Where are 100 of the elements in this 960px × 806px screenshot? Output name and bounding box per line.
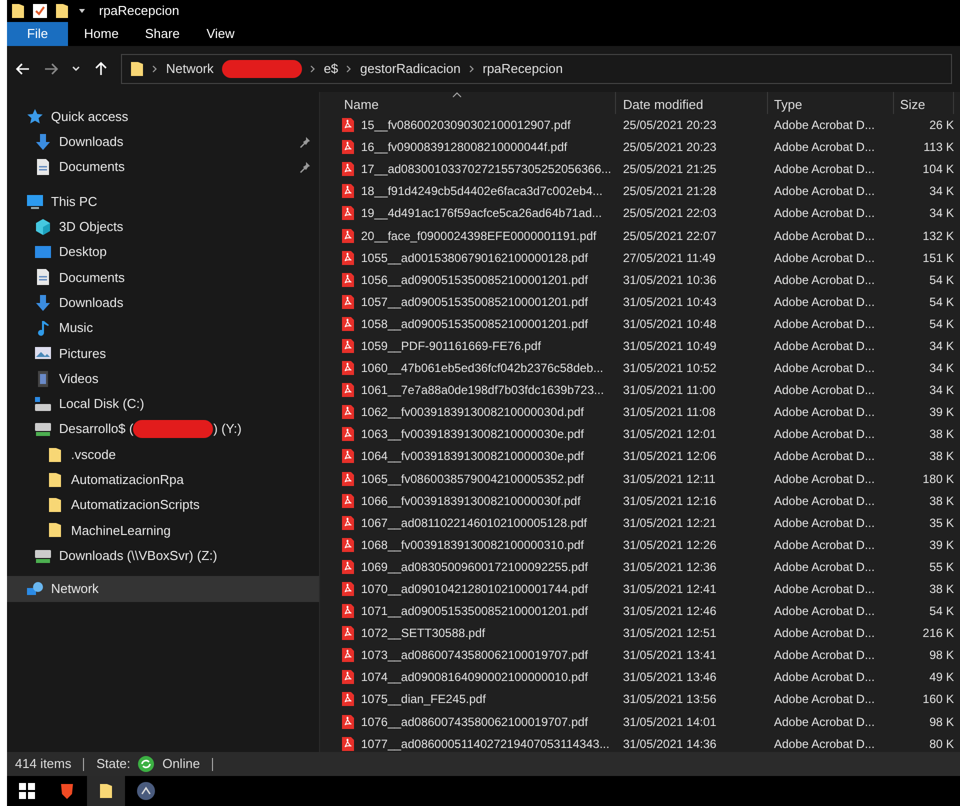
- file-name[interactable]: 1073__ad08600743580062100019707.pdf: [361, 646, 588, 664]
- file-name[interactable]: 1071__ad09005153500852100001201.pdf: [361, 602, 588, 620]
- file-name[interactable]: 1063__fv0039183913008210000030e.pdf: [361, 425, 584, 444]
- sidebar-item[interactable]: .vscode: [7, 442, 319, 468]
- ribbon-tab[interactable]: Share: [129, 22, 190, 46]
- type-cell-text: Adobe Acrobat D...: [773, 338, 876, 355]
- back-icon[interactable]: [15, 61, 31, 77]
- ribbon-tab[interactable]: File: [7, 22, 68, 46]
- size-cell-text: 54 K: [928, 294, 954, 311]
- sidebar-item[interactable]: Videos: [7, 366, 319, 392]
- file-name[interactable]: 19__4d491ac176f59acfce5ca26ad64b71ad...: [361, 204, 602, 222]
- file-name[interactable]: 18__f91d4249cb5d4402e6faca3d7c002eb4...: [361, 182, 603, 200]
- sidebar-item[interactable]: Documents: [7, 264, 319, 290]
- size-cell-text: 180 K: [922, 470, 954, 488]
- column-header[interactable]: Date modified: [616, 92, 768, 114]
- file-name[interactable]: 1070__ad09010421280102100001744.pdf: [361, 580, 588, 598]
- sidebar-item[interactable]: AutomatizacionScripts: [7, 492, 319, 518]
- type-cell-text: Adobe Acrobat D...: [773, 470, 876, 488]
- type-cell-text: Adobe Acrobat D...: [773, 736, 876, 752]
- file-name[interactable]: 1064__fv0039183913008210000030e.pdf: [361, 447, 584, 466]
- caret-icon[interactable]: [71, 64, 81, 74]
- file-name[interactable]: 1074__ad09008164090002100000010.pdf: [361, 668, 588, 686]
- file-name[interactable]: 16__fv0900839128008210000044f.pdf: [361, 138, 568, 156]
- breadcrumb[interactable]: gestorRadicacion: [360, 59, 461, 79]
- shield-icon[interactable]: [59, 782, 75, 800]
- type-cell-text: Adobe Acrobat D...: [773, 625, 876, 642]
- file-name[interactable]: 1056__ad09005153500852100001201.pdf: [361, 270, 588, 289]
- file-name[interactable]: 1075__dian_FE245.pdf: [361, 690, 486, 708]
- sidebar-item[interactable]: Downloads: [7, 129, 319, 155]
- ribbon-tab[interactable]: Home: [68, 22, 129, 46]
- windows-start-icon[interactable]: [19, 783, 35, 799]
- file-name[interactable]: 1066__fv0039183913008210000030f.pdf: [361, 492, 581, 510]
- file-name[interactable]: 1069__ad08305009600172100092255.pdf: [361, 558, 588, 576]
- sidebar-item[interactable]: Music: [7, 315, 319, 341]
- forward-icon[interactable]: [43, 61, 59, 77]
- column-header[interactable]: Type: [768, 92, 894, 114]
- folder-icon: [99, 783, 113, 799]
- file-name[interactable]: 1058__ad09005153500852100001201.pdf: [361, 314, 588, 333]
- file-name[interactable]: 1068__fv00391839130082100000310.pdf: [361, 536, 584, 554]
- sidebar-item[interactable]: Downloads: [7, 290, 319, 316]
- sidebar-item[interactable]: Desktop: [7, 239, 319, 265]
- type-cell-text: Adobe Acrobat D...: [773, 558, 876, 576]
- sidebar-item[interactable]: AutomatizacionRpa: [7, 467, 319, 492]
- file-name[interactable]: 1062__fv0039183913008210000030d.pdf: [361, 403, 584, 422]
- file-name[interactable]: 1059__PDF-901161669-FE76.pdf: [361, 336, 541, 355]
- file-name[interactable]: 1067__ad08110221460102100005128.pdf: [361, 514, 588, 532]
- file-name[interactable]: 17__ad083001033702721557305252056366...: [361, 160, 612, 178]
- sync-icon: [138, 756, 154, 772]
- sidebar-item[interactable]: Quick access: [7, 104, 319, 130]
- size-cell-text: 49 K: [928, 669, 954, 686]
- date-cell-text: 25/05/2021 22:07: [622, 228, 718, 245]
- ribbon-tab[interactable]: View: [190, 22, 251, 46]
- size-cell-text: 216 K: [922, 625, 954, 642]
- folder-icon: [48, 522, 62, 538]
- breadcrumb[interactable]: rpaRecepcion: [482, 59, 563, 79]
- file-name[interactable]: 15__fv08600203090302100012907.pdf: [361, 116, 571, 134]
- pdf-file-icon: [342, 538, 354, 552]
- column-header[interactable]: Size: [894, 92, 954, 114]
- circle-app-icon[interactable]: [137, 782, 155, 800]
- sidebar-item[interactable]: Pictures: [7, 340, 319, 366]
- date-cell-text: 31/05/2021 11:08: [622, 404, 717, 422]
- folder-icon: [55, 3, 69, 19]
- file-name[interactable]: 1060__47b061eb5ed36fcf042b2376c58deb...: [361, 359, 604, 378]
- size-cell-text: 35 K: [928, 514, 954, 532]
- sidebar-item[interactable]: Local Disk (C:): [7, 391, 319, 417]
- date-cell-text: 31/05/2021 12:36: [622, 558, 718, 576]
- sidebar-item[interactable]: This PC: [7, 188, 319, 214]
- file-name[interactable]: 1077__ad0860005114027219407053114343...: [361, 734, 610, 752]
- folder-icon: [130, 61, 144, 77]
- pdf-file-icon: [342, 118, 354, 132]
- column-header[interactable]: Name: [342, 92, 616, 114]
- sidebar-item[interactable]: Desarrollo$ ( ) (Y:): [7, 416, 319, 442]
- file-name[interactable]: 1057__ad09005153500852100001201.pdf: [361, 292, 588, 311]
- file-name[interactable]: 1061__7e7a88a0de198df7b03fdc1639b723...: [361, 381, 604, 400]
- file-name[interactable]: 20__face_f0900024398EFE0000001191.pdf: [361, 226, 596, 245]
- file-name[interactable]: 1072__SETT30588.pdf: [361, 624, 486, 642]
- type-cell-text: Adobe Acrobat D...: [773, 360, 876, 378]
- address-bar[interactable]: Network e$ gestorRadicacion rpaRecepcion: [121, 54, 952, 84]
- sidebar-item[interactable]: 3D Objects: [7, 214, 319, 240]
- breadcrumb[interactable]: Network: [166, 59, 214, 79]
- file-name[interactable]: 1076__ad08600743580062100019707.pdf: [361, 712, 588, 731]
- size-cell-text: 132 K: [922, 228, 954, 245]
- file-name[interactable]: 1055__ad00153806790162100000128.pdf: [361, 248, 588, 267]
- taskbar-button[interactable]: [87, 776, 125, 806]
- document-icon: [34, 268, 52, 286]
- up-icon[interactable]: [93, 61, 109, 77]
- size-cell-text: 34 K: [928, 183, 954, 200]
- date-cell-text: 31/05/2021 12:41: [622, 581, 718, 598]
- breadcrumb[interactable]: e$: [324, 59, 338, 79]
- sidebar-item[interactable]: Network: [7, 576, 319, 602]
- type-cell-text: Adobe Acrobat D...: [773, 647, 876, 664]
- pdf-file-icon: [342, 692, 354, 706]
- size-cell-text: 26 K: [928, 117, 954, 134]
- sidebar-item[interactable]: MachineLearning: [7, 518, 319, 544]
- size-cell-text: 34 K: [928, 382, 954, 400]
- type-cell-text: Adobe Acrobat D...: [773, 448, 876, 466]
- file-name[interactable]: 1065__fv08600385790042100005352.pdf: [361, 470, 584, 488]
- pdf-file-icon: [342, 184, 354, 198]
- sidebar-item[interactable]: Documents: [7, 154, 319, 180]
- sidebar-item[interactable]: Downloads (\\VBoxSvr) (Z:): [7, 543, 319, 568]
